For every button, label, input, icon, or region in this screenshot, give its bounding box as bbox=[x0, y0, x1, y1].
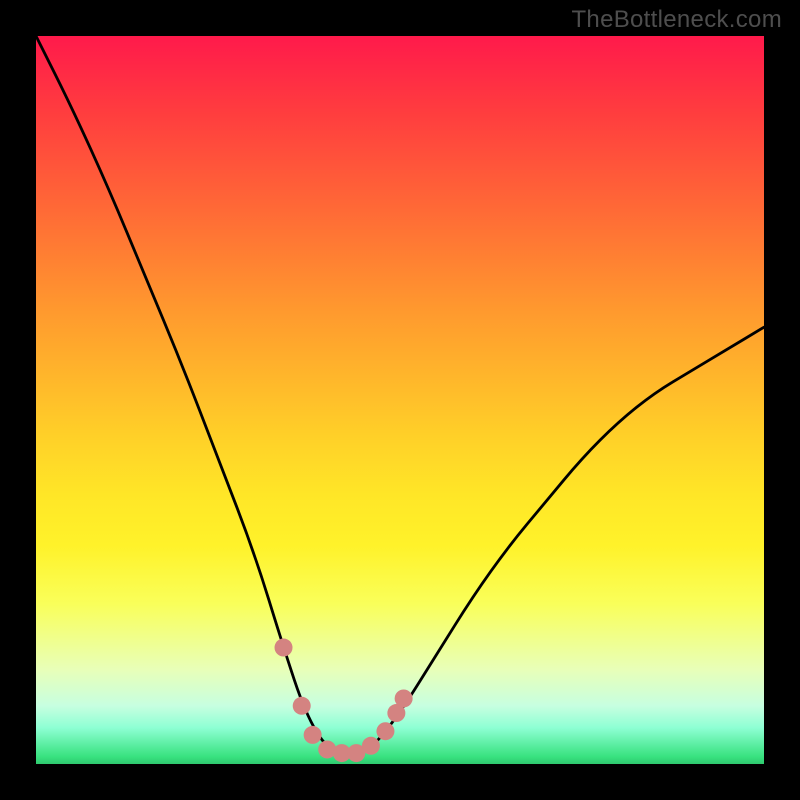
valley-marker-dot bbox=[275, 639, 293, 657]
valley-markers bbox=[275, 639, 413, 763]
chart-plot-area bbox=[36, 36, 764, 764]
bottleneck-curve-path bbox=[36, 36, 764, 755]
valley-marker-dot bbox=[376, 722, 394, 740]
watermark-text: TheBottleneck.com bbox=[571, 6, 782, 34]
valley-marker-dot bbox=[362, 737, 380, 755]
bottleneck-curve-svg bbox=[36, 36, 764, 764]
valley-marker-dot bbox=[293, 697, 311, 715]
valley-marker-dot bbox=[304, 726, 322, 744]
chart-frame: TheBottleneck.com bbox=[0, 0, 800, 800]
valley-marker-dot bbox=[395, 689, 413, 707]
